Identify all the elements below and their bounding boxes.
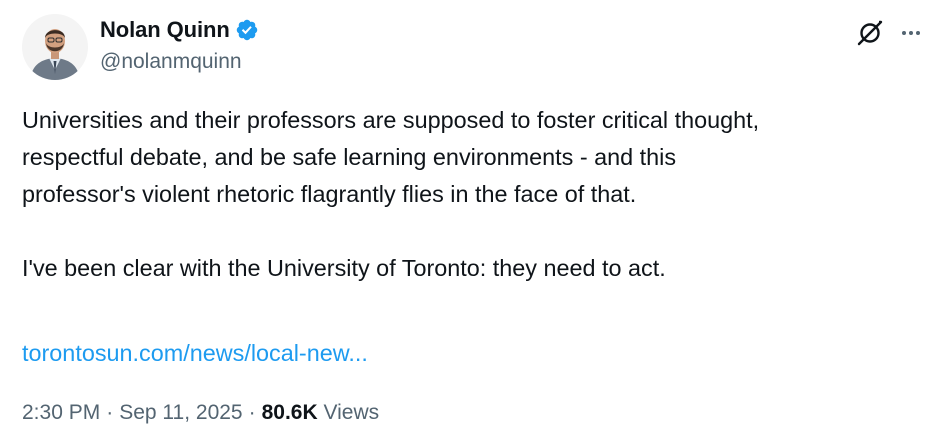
more-dot xyxy=(902,31,906,35)
meta-separator: · xyxy=(248,401,256,424)
tweet-card: Nolan Quinn @nolanmquinn Universities an… xyxy=(0,0,947,442)
author-display-name[interactable]: Nolan Quinn xyxy=(100,17,230,43)
author-name-row: Nolan Quinn xyxy=(100,14,259,46)
tweet-paragraph-1: Universities and their professors are su… xyxy=(22,107,760,207)
post-time[interactable]: 2:30 PM xyxy=(22,401,100,424)
tweet-body: Universities and their professors are su… xyxy=(22,102,942,287)
more-dot xyxy=(909,31,913,35)
more-dot xyxy=(916,31,920,35)
post-date[interactable]: Sep 11, 2025 xyxy=(119,401,242,424)
views-label: Views xyxy=(323,401,380,424)
more-options-icon[interactable] xyxy=(897,20,925,46)
verified-badge-icon[interactable] xyxy=(235,18,259,42)
avatar[interactable] xyxy=(22,14,88,80)
meta-separator: · xyxy=(106,401,114,424)
grok-icon[interactable] xyxy=(856,19,884,47)
tweet-paragraph-2: I've been clear with the University of T… xyxy=(22,255,666,281)
article-link[interactable]: torontosun.com/news/local-new... xyxy=(22,335,368,372)
tweet-meta: 2:30 PM · Sep 11, 2025 · 80.6K Views xyxy=(22,397,379,429)
views-count: 80.6K xyxy=(261,401,318,424)
author-handle[interactable]: @nolanmquinn xyxy=(100,50,242,74)
